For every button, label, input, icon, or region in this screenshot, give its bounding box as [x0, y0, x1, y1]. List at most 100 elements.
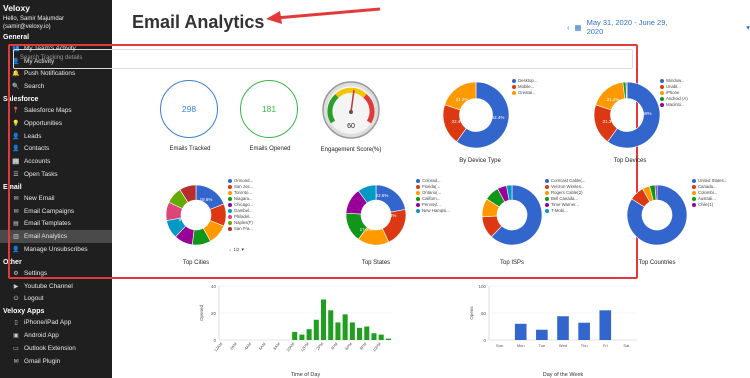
bar[interactable]	[514, 323, 527, 340]
top-countries-slice-label: 84.4%	[647, 223, 660, 228]
x-tick-label: 6AM	[257, 341, 266, 351]
bar[interactable]	[342, 314, 348, 340]
legend-swatch	[545, 196, 549, 201]
bar[interactable]	[536, 329, 548, 340]
legend-label: Chile(1)	[698, 202, 714, 207]
legend-swatch	[545, 178, 549, 183]
bar[interactable]	[378, 334, 384, 340]
phone-icon: ▯	[14, 319, 18, 327]
bar[interactable]	[306, 329, 312, 340]
bar[interactable]	[320, 299, 327, 341]
x-tick-label: 6PM	[344, 341, 353, 351]
x-tick-label: 12PM	[299, 341, 310, 352]
bar[interactable]	[335, 322, 341, 340]
legend-swatch	[228, 226, 232, 231]
bar[interactable]	[364, 326, 370, 341]
pager-prev-icon[interactable]: ▲	[228, 247, 232, 252]
legend-item[interactable]: Macinto...	[660, 102, 688, 108]
top-devices-slice[interactable]	[625, 81, 628, 99]
y-tick-label: 100	[478, 284, 486, 289]
device-type-donut: 62.4% 22.4% 21.2%	[442, 81, 510, 149]
chevron-left-icon[interactable]: ‹	[567, 23, 570, 32]
bar[interactable]	[557, 316, 569, 340]
legend-swatch	[228, 178, 232, 183]
bar[interactable]	[385, 338, 391, 340]
engagement-score-label: Engagement Score(%)	[320, 147, 382, 153]
x-tick-label: Sun	[496, 343, 503, 348]
time-of-day-chart: 0 20 40 12AM 2AM 4AM 6AM 8AM 10AM 12PM 2PM 4PM 6PM 8P…	[199, 284, 392, 378]
legend-swatch	[660, 90, 664, 95]
legend-swatch	[228, 208, 232, 213]
engagement-score-metric: 60 Engagement Score(%)	[318, 80, 384, 153]
x-tick-label: 4AM	[243, 341, 252, 351]
bar[interactable]	[349, 322, 355, 340]
x-tick-label: 2AM	[229, 341, 238, 351]
bar[interactable]	[299, 334, 305, 340]
bar[interactable]	[599, 310, 612, 340]
date-range-picker[interactable]: ‹ ▦ May 31, 2020 - June 29, 2020 ▾	[567, 18, 750, 36]
top-cities-caption: Top Cities	[182, 260, 210, 266]
legend-swatch	[416, 208, 420, 213]
legend-item[interactable]: Chile(1)	[692, 202, 727, 208]
sidebar-item-gmail-plugin[interactable]: ✉ Gmail Plugin	[0, 355, 112, 368]
legend-swatch	[692, 184, 696, 189]
top-devices-caption: Top Devices	[613, 158, 647, 164]
device-type-slice-label: 21.2%	[456, 97, 469, 102]
x-tick-label: Tue	[538, 343, 546, 348]
legend-swatch	[228, 196, 232, 201]
legend-label: Philadel...	[234, 214, 253, 219]
bar[interactable]	[357, 327, 363, 340]
legend-label: Californ...	[422, 196, 441, 201]
sidebar-item-android-app[interactable]: ▣ Android App	[0, 329, 112, 342]
emails-tracked-circle: 298	[160, 80, 218, 138]
y-tick-label: 50	[481, 311, 487, 316]
x-tick-label: 4PM	[330, 341, 339, 351]
legend-label: Toronto...	[234, 190, 252, 195]
sidebar-item-label: Outlook Extension	[24, 344, 76, 352]
user-email: (samir@veloxy.io)	[3, 24, 51, 30]
sidebar-item-label: Logout	[24, 295, 44, 303]
legend-label: Greatai...	[518, 90, 536, 95]
top-countries-caption: Top Countries	[638, 260, 676, 266]
top-states-slice[interactable]	[375, 184, 406, 213]
legend-item[interactable]: New Hampsi...	[416, 208, 450, 214]
y-tick-label: 0	[483, 338, 486, 343]
top-devices-slice-label: 21.3%	[603, 119, 616, 124]
sidebar-item-outlook-extension[interactable]: ▭ Outlook Extension	[0, 342, 112, 355]
sidebar-item-label: iPhone/iPad App	[24, 319, 72, 327]
sidebar-item-logout[interactable]: ⏻ Logout	[0, 293, 112, 306]
brand-logo[interactable]: Veloxy	[0, 0, 112, 15]
legend-swatch	[545, 184, 549, 189]
bar[interactable]	[578, 322, 590, 340]
sidebar-item-iphone-ipad-app[interactable]: ▯ iPhone/iPad App	[0, 316, 112, 329]
legend-swatch	[660, 84, 664, 89]
legend-swatch	[660, 78, 664, 83]
legend-swatch	[416, 196, 420, 201]
legend-label: Australi...	[698, 196, 716, 201]
engagement-value: 60	[347, 123, 355, 130]
legend-label: United States...	[698, 178, 728, 183]
legend-label: T-Mobi...	[551, 208, 568, 213]
gmail-icon: ✉	[13, 357, 19, 365]
search-input[interactable]: Search Tracking details	[13, 49, 633, 69]
x-tick-label: 2PM	[315, 341, 324, 351]
legend-label: Desktop...	[518, 78, 538, 83]
top-countries-donut: 84.4%	[626, 184, 688, 246]
device-type-slice[interactable]	[444, 81, 477, 111]
bar[interactable]	[313, 319, 319, 340]
legend-item[interactable]: Greatai...	[512, 90, 537, 96]
bar[interactable]	[371, 333, 377, 340]
pager-next-icon[interactable]: ▼	[241, 247, 245, 252]
legend-pager[interactable]: ▲ 1/2 ▼	[228, 247, 245, 253]
bar[interactable]	[328, 310, 334, 340]
sidebar-item-youtube-channel[interactable]: ▶ Youtube Channel	[0, 280, 112, 293]
legend-swatch	[228, 220, 232, 225]
x-axis-label: Day of the Week	[543, 372, 584, 378]
legend-item[interactable]: T-Mobi...	[545, 208, 585, 214]
legend-swatch	[660, 102, 664, 107]
chevron-down-icon[interactable]: ▾	[746, 23, 750, 32]
legend-item[interactable]: San Fra...	[228, 226, 253, 232]
legend-label: Ormond...	[234, 178, 254, 183]
bar[interactable]	[292, 331, 298, 340]
logout-icon: ⏻	[13, 294, 19, 302]
